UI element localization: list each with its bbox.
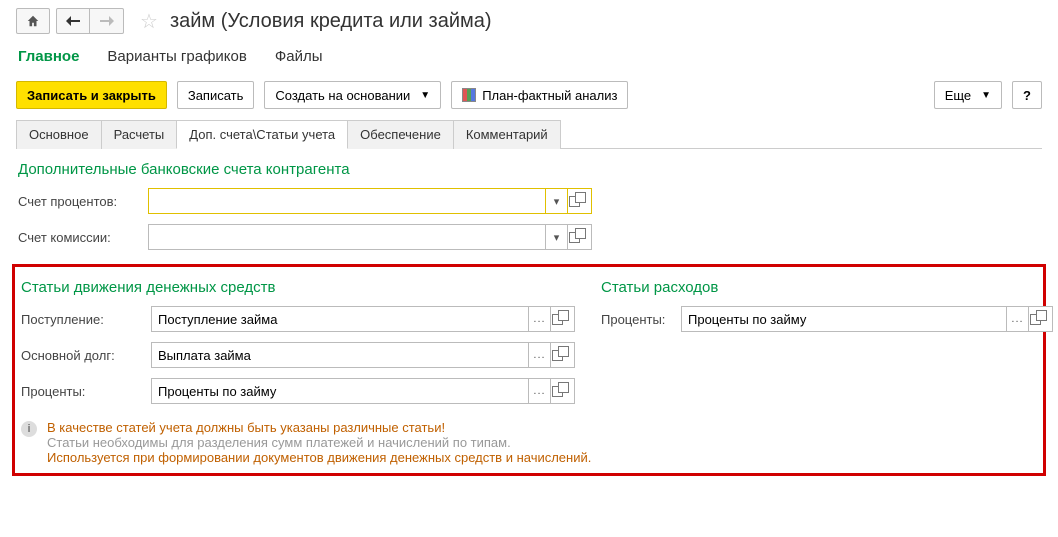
tab-comment[interactable]: Комментарий: [453, 120, 561, 149]
more-button[interactable]: Еще ▼: [934, 81, 1002, 109]
info-line3: Используется при формировании документов…: [47, 450, 591, 465]
open-reference-button[interactable]: [551, 306, 575, 332]
chart-icon: [462, 88, 476, 102]
plan-fact-label: План-фактный анализ: [482, 88, 617, 103]
open-icon: [552, 350, 574, 361]
open-reference-button[interactable]: [568, 224, 592, 250]
info-text: В качестве статей учета должны быть указ…: [47, 420, 591, 465]
main-menu: Главное Варианты графиков Файлы: [0, 38, 1058, 75]
section-cashflow-title: Статьи движения денежных средств: [21, 279, 581, 296]
forward-button[interactable]: [90, 8, 124, 34]
caret-down-icon: ▾: [554, 231, 560, 244]
open-icon: [569, 232, 591, 243]
back-button[interactable]: [56, 8, 90, 34]
create-based-on-label: Создать на основании: [275, 88, 410, 103]
section-bank-accounts-title: Дополнительные банковские счета контраге…: [18, 161, 1040, 178]
plan-fact-analysis-button[interactable]: План-фактный анализ: [451, 81, 628, 109]
caret-down-icon: ▾: [554, 195, 560, 208]
tab-accounts[interactable]: Доп. счета\Статьи учета: [176, 120, 348, 149]
ellipsis-icon: ...: [1011, 313, 1023, 325]
caret-down-icon: ▼: [420, 90, 430, 101]
tab-collateral[interactable]: Обеспечение: [347, 120, 454, 149]
cashflow-interest-label: Проценты:: [21, 384, 151, 399]
arrow-right-icon: [100, 16, 114, 26]
interest-account-label: Счет процентов:: [18, 194, 148, 209]
toolbar: Записать и закрыть Записать Создать на о…: [0, 75, 1058, 119]
home-button[interactable]: [16, 8, 50, 34]
principal-input[interactable]: [151, 342, 529, 368]
home-icon: [26, 14, 40, 28]
dropdown-button[interactable]: ▾: [546, 224, 568, 250]
open-icon: [1030, 314, 1052, 325]
commission-account-input[interactable]: [148, 224, 546, 250]
ellipsis-icon: ...: [533, 313, 545, 325]
info-line2: Статьи необходимы для разделения сумм пл…: [47, 435, 591, 450]
open-reference-button[interactable]: [551, 342, 575, 368]
caret-down-icon: ▼: [981, 90, 991, 101]
section-expenses-title: Статьи расходов: [601, 279, 1053, 296]
more-label: Еще: [945, 88, 971, 103]
select-button[interactable]: ...: [529, 306, 551, 332]
open-icon: [569, 196, 591, 207]
tab-calculations[interactable]: Расчеты: [101, 120, 178, 149]
commission-account-label: Счет комиссии:: [18, 230, 148, 245]
interest-account-input[interactable]: [148, 188, 546, 214]
menu-item-files[interactable]: Файлы: [275, 48, 323, 65]
menu-item-main[interactable]: Главное: [18, 48, 79, 65]
help-button[interactable]: ?: [1012, 81, 1042, 109]
expense-interest-input[interactable]: [681, 306, 1007, 332]
page-title: займ (Условия кредита или займа): [170, 10, 492, 33]
save-button[interactable]: Записать: [177, 81, 255, 109]
menu-item-variants[interactable]: Варианты графиков: [107, 48, 246, 65]
sub-tabs: Основное Расчеты Доп. счета\Статьи учета…: [16, 119, 1042, 149]
select-button[interactable]: ...: [529, 342, 551, 368]
receipt-label: Поступление:: [21, 312, 151, 327]
open-icon: [552, 386, 574, 397]
select-button[interactable]: ...: [529, 378, 551, 404]
expense-interest-label: Проценты:: [601, 312, 681, 327]
arrow-left-icon: [66, 16, 80, 26]
dropdown-button[interactable]: ▾: [546, 188, 568, 214]
save-and-close-button[interactable]: Записать и закрыть: [16, 81, 167, 109]
cashflow-interest-input[interactable]: [151, 378, 529, 404]
principal-label: Основной долг:: [21, 348, 151, 363]
open-reference-button[interactable]: [568, 188, 592, 214]
create-based-on-button[interactable]: Создать на основании ▼: [264, 81, 441, 109]
open-reference-button[interactable]: [551, 378, 575, 404]
tab-main[interactable]: Основное: [16, 120, 102, 149]
ellipsis-icon: ...: [533, 385, 545, 397]
open-reference-button[interactable]: [1029, 306, 1053, 332]
info-warning: В качестве статей учета должны быть указ…: [47, 420, 591, 435]
select-button[interactable]: ...: [1007, 306, 1029, 332]
open-icon: [552, 314, 574, 325]
favorite-star-icon[interactable]: ☆: [140, 9, 158, 34]
info-icon: i: [21, 421, 37, 437]
highlighted-section: Статьи движения денежных средств Поступл…: [12, 264, 1046, 476]
ellipsis-icon: ...: [533, 349, 545, 361]
receipt-input[interactable]: [151, 306, 529, 332]
